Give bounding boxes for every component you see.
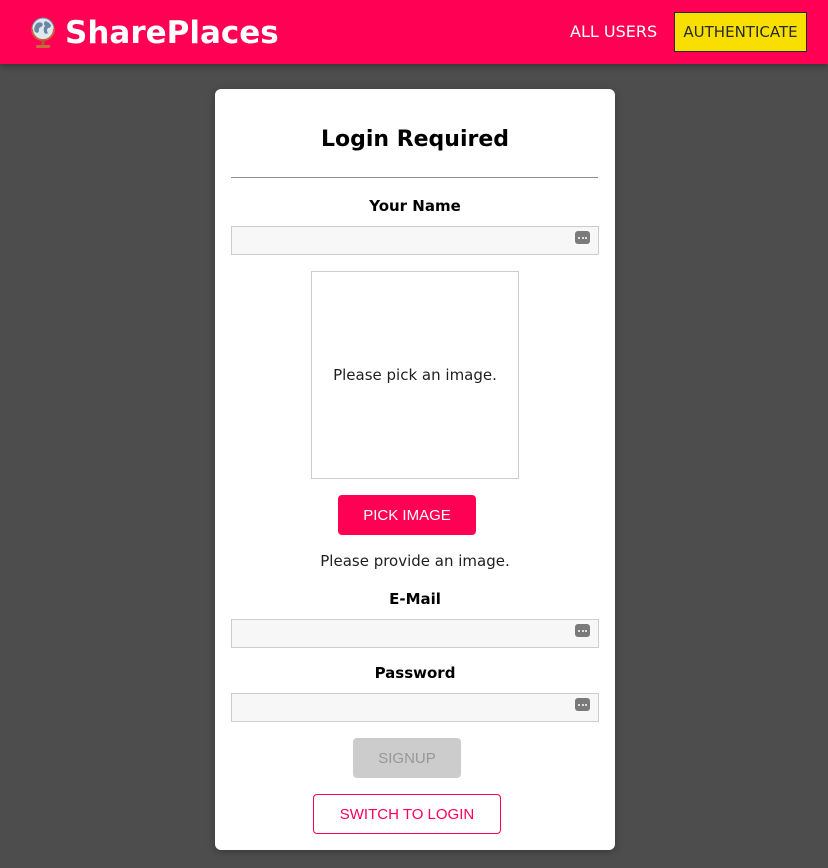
image-preview-text: Please pick an image.: [333, 366, 497, 384]
name-input[interactable]: [231, 226, 599, 255]
globe-icon: [31, 17, 55, 48]
name-label: Your Name: [369, 197, 461, 215]
pick-image-button[interactable]: PICK IMAGE: [338, 495, 476, 535]
nav-all-users[interactable]: ALL USERS: [564, 18, 663, 46]
password-manager-dots-icon[interactable]: [575, 231, 590, 244]
password-input[interactable]: [231, 693, 599, 722]
switch-to-login-button[interactable]: SWITCH TO LOGIN: [313, 794, 501, 834]
main-header: SharePlaces ALL USERS AUTHENTICATE: [0, 0, 828, 64]
image-preview: Please pick an image.: [311, 271, 519, 479]
password-manager-dots-icon[interactable]: [575, 698, 590, 711]
brand-link[interactable]: SharePlaces: [28, 12, 279, 54]
title-divider: [231, 177, 598, 178]
email-input[interactable]: [231, 619, 599, 648]
card-title: Login Required: [320, 127, 510, 152]
nav-authenticate[interactable]: AUTHENTICATE: [674, 12, 807, 52]
password-label: Password: [374, 664, 456, 682]
password-manager-dots-icon[interactable]: [575, 624, 590, 637]
signup-button: SIGNUP: [353, 738, 461, 778]
image-error-text: Please provide an image.: [320, 552, 510, 570]
email-label: E-Mail: [389, 590, 441, 608]
app-title: SharePlaces: [65, 15, 279, 51]
auth-card: Login Required Your Name Please pick an …: [215, 89, 615, 850]
